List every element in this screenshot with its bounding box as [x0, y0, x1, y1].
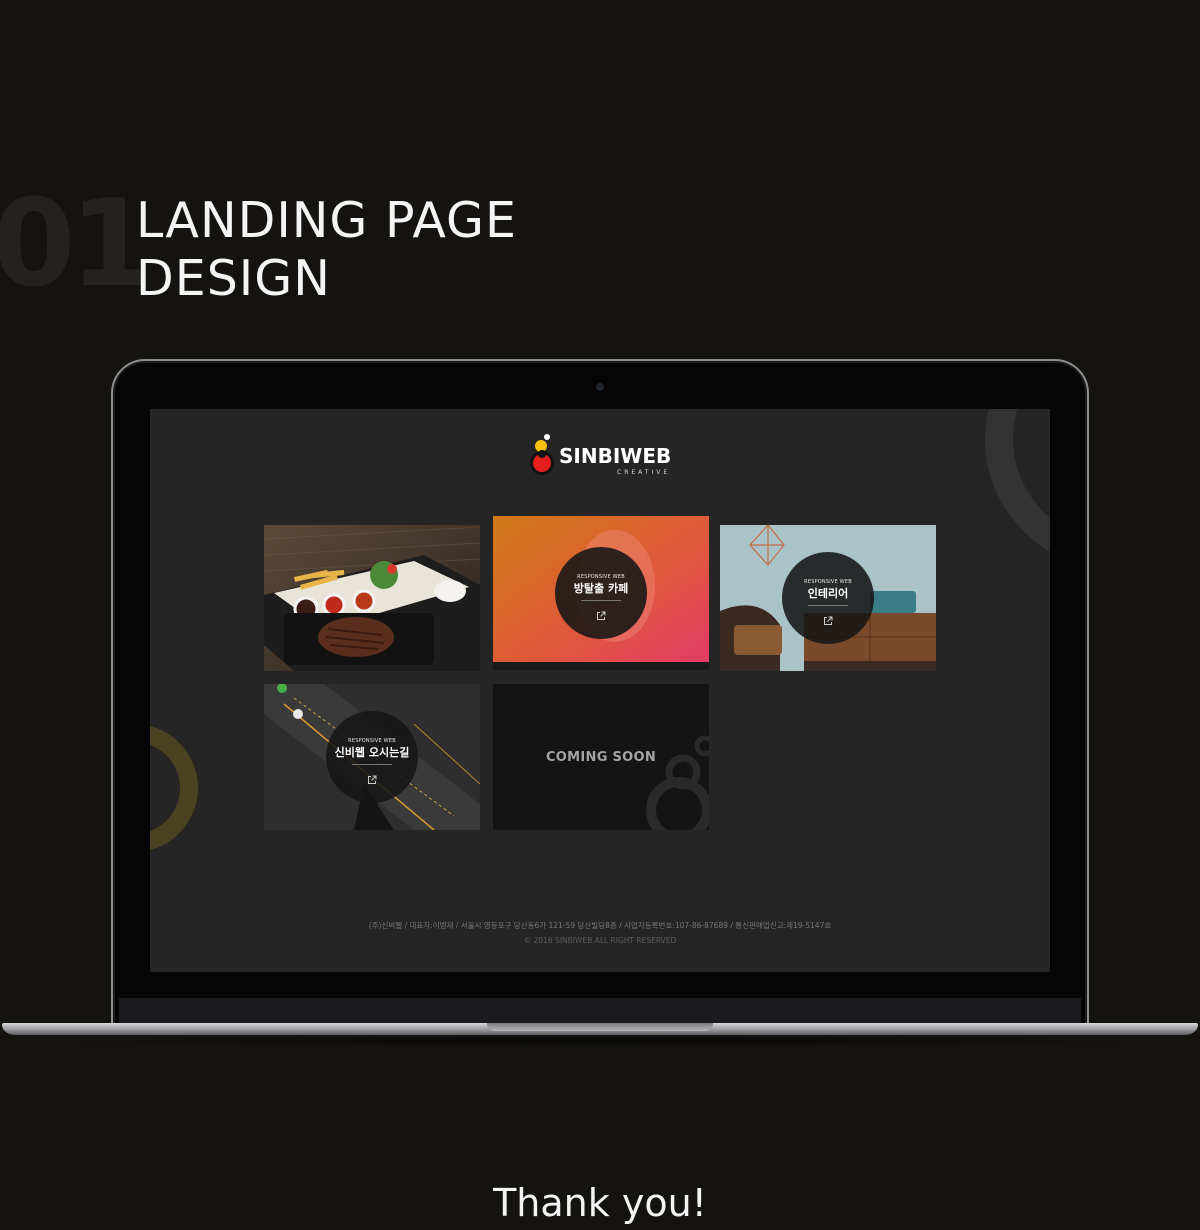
- footer-company-info: (주)신비웹 / 대표자:이범재 / 서울시 영등포구 당산동6가 121-59…: [368, 921, 832, 930]
- project-card-escape-cafe[interactable]: RESPONSIVE WEB 방탈출 카페: [493, 516, 709, 670]
- logo-wordmark: SINBIWEB: [559, 444, 672, 468]
- project-tag: RESPONSIVE WEB: [804, 579, 852, 585]
- sinbiweb-logo[interactable]: SINBIWEB CREATIVE: [527, 433, 687, 483]
- thank-you-text: Thank you!: [493, 1181, 707, 1225]
- external-link-icon[interactable]: [596, 611, 606, 621]
- section-title: LANDING PAGE DESIGN: [136, 192, 517, 308]
- decorative-ring-bottom-left: [150, 724, 198, 852]
- project-card-coming-soon: COMING SOON: [493, 684, 709, 830]
- project-tag: RESPONSIVE WEB: [577, 574, 625, 580]
- steak-photo: [264, 525, 480, 671]
- project-badge: RESPONSIVE WEB 신비웹 오시는길: [326, 711, 418, 803]
- external-link-icon[interactable]: [367, 775, 377, 785]
- project-badge: RESPONSIVE WEB 방탈출 카페: [555, 547, 647, 639]
- project-title: 신비웹 오시는길: [334, 746, 410, 759]
- laptop-chin: [119, 998, 1081, 1025]
- badge-divider: [808, 605, 848, 606]
- project-title: 인테리어: [807, 587, 849, 600]
- camera-icon: [597, 384, 603, 390]
- project-card-steak[interactable]: [264, 525, 480, 671]
- badge-divider: [352, 764, 392, 765]
- external-link-icon[interactable]: [823, 616, 833, 626]
- laptop-notch: [487, 1023, 713, 1031]
- project-tag: RESPONSIVE WEB: [348, 738, 396, 744]
- decorative-ring-top-right: [985, 409, 1050, 569]
- logo-mark-icon: [530, 434, 554, 475]
- badge-divider: [581, 600, 621, 601]
- coming-soon-label: COMING SOON: [545, 750, 657, 765]
- laptop-screen: SINBIWEB CREATIVE RESPONSIVE WEB 방탈출 카페 …: [150, 409, 1050, 972]
- section-number: 01: [0, 175, 153, 314]
- section-title-line2: DESIGN: [136, 250, 331, 307]
- logo-subtitle: CREATIVE: [617, 469, 671, 476]
- laptop-shadow: [40, 1034, 1160, 1048]
- section-title-line1: LANDING PAGE: [136, 192, 517, 249]
- footer-copyright: © 2016 SINBIWEB ALL RIGHT RESERVED: [523, 936, 677, 945]
- project-card-directions[interactable]: RESPONSIVE WEB 신비웹 오시는길: [264, 684, 480, 830]
- project-title: 방탈출 카페: [573, 582, 629, 595]
- project-badge: RESPONSIVE WEB 인테리어: [782, 552, 874, 644]
- project-card-interior[interactable]: RESPONSIVE WEB 인테리어: [720, 525, 936, 671]
